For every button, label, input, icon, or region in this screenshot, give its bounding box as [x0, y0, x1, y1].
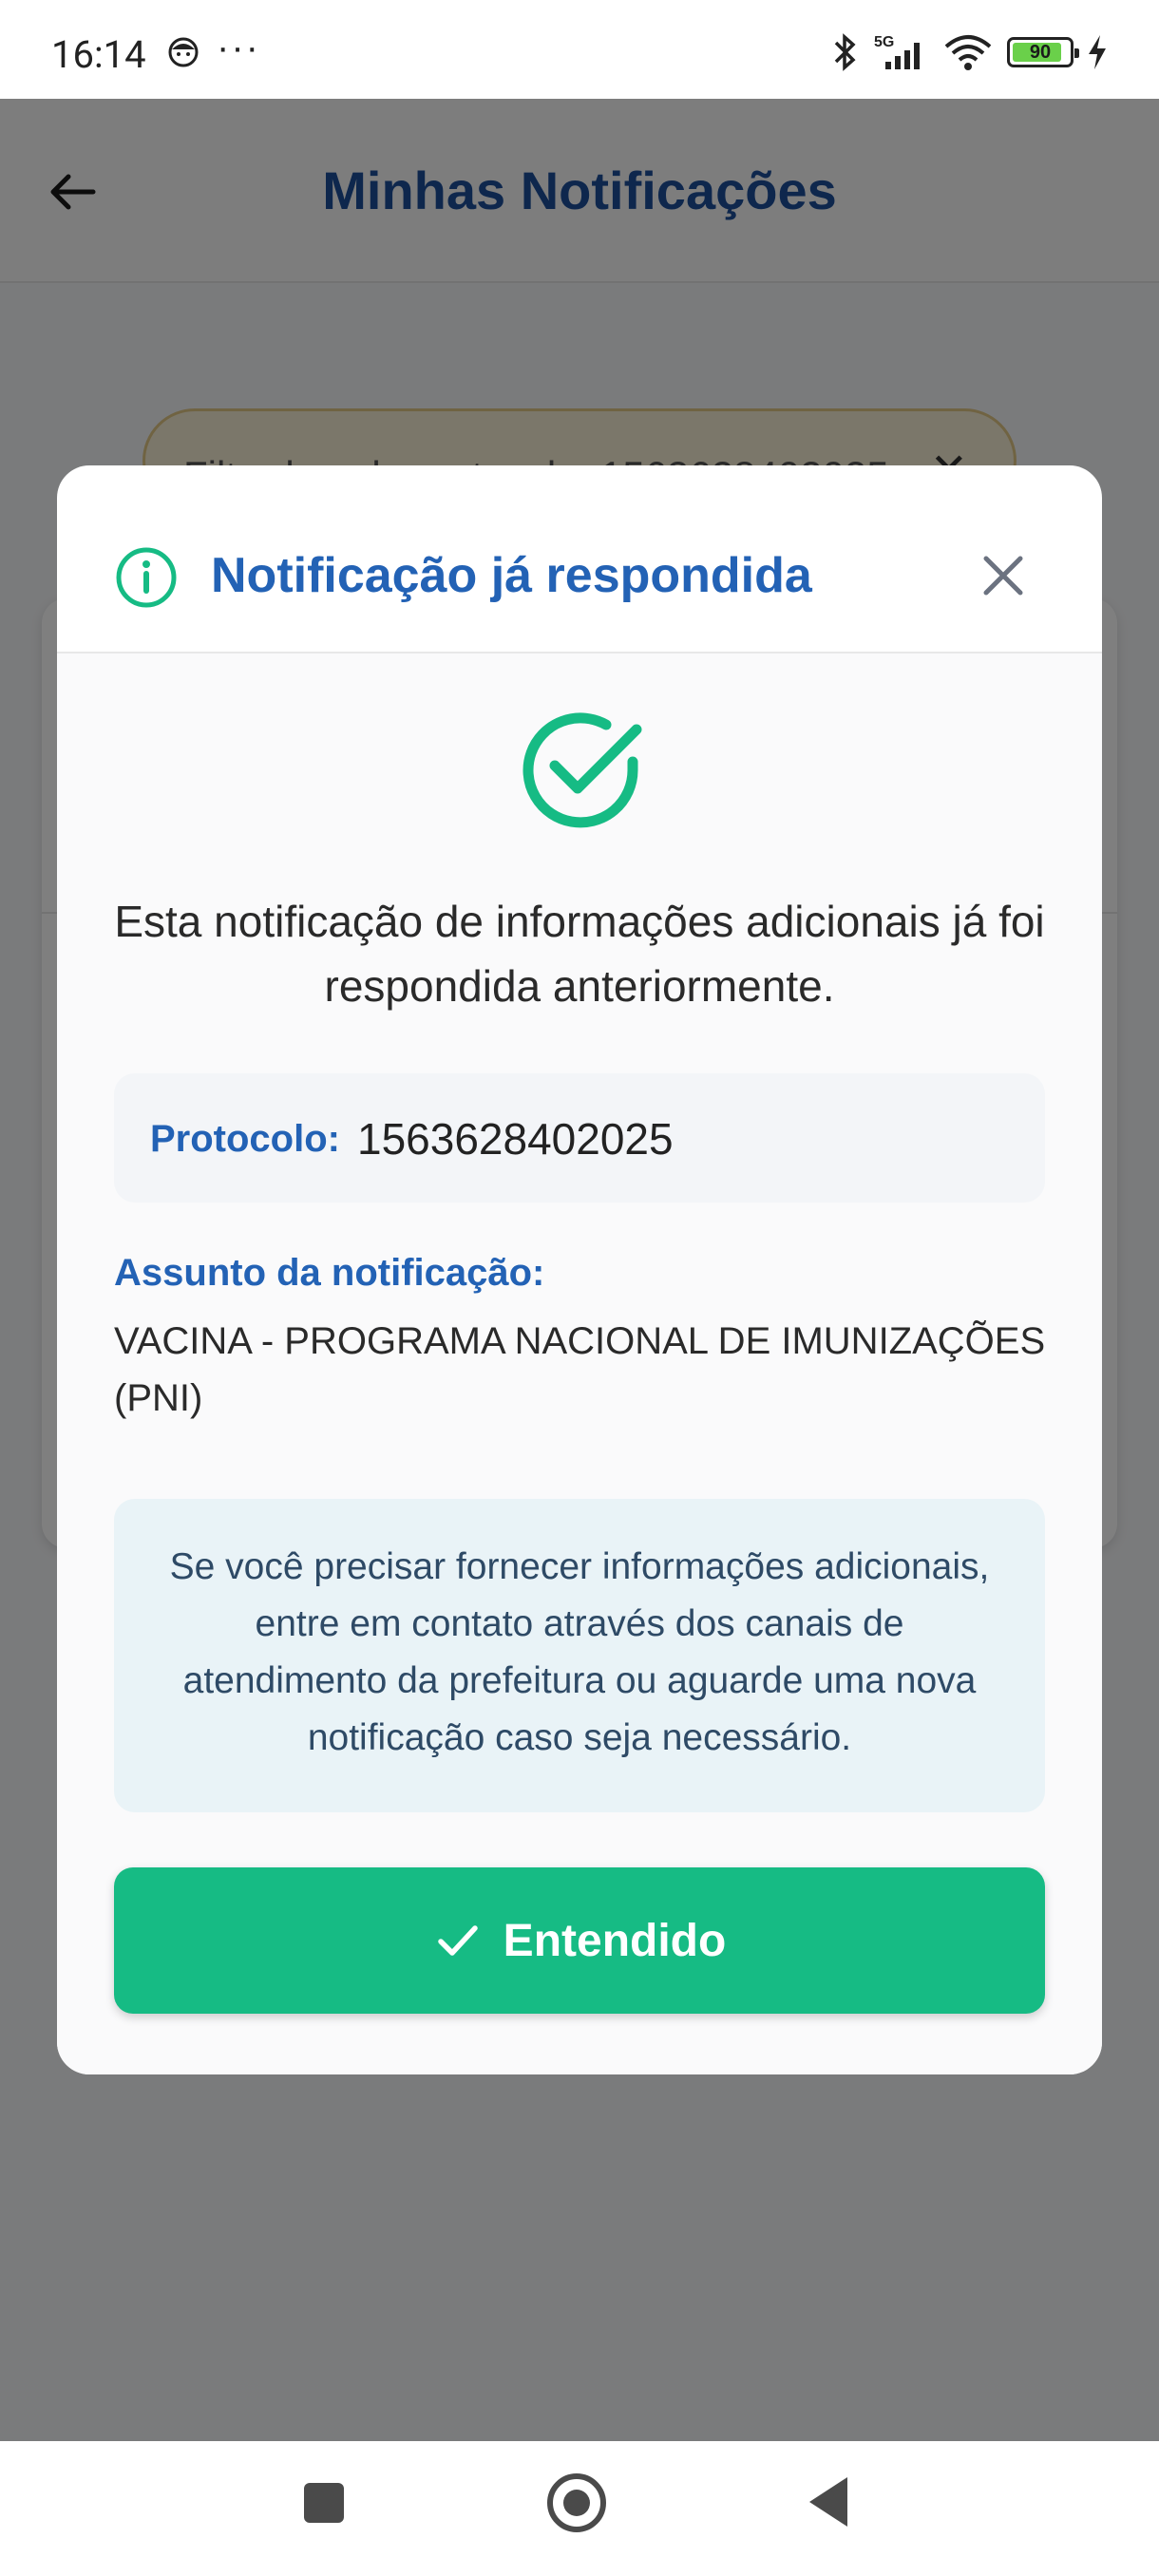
close-icon[interactable]	[975, 547, 1032, 604]
dialog-header: Notificação já respondida	[57, 465, 1102, 653]
info-icon	[116, 547, 177, 608]
understood-button-label: Entendido	[503, 1915, 727, 1966]
notification-face-icon	[168, 37, 199, 67]
more-notifications-icon: ···	[217, 27, 260, 68]
already-answered-dialog: Notificação já respondida Esta notificaç…	[57, 465, 1102, 2074]
charging-icon	[1089, 35, 1106, 69]
network-type-label: 5G	[874, 34, 894, 50]
home-button[interactable]	[547, 2473, 606, 2532]
protocol-label: Protocolo:	[150, 1118, 340, 1160]
recent-apps-button[interactable]	[304, 2483, 344, 2523]
wifi-icon	[944, 35, 992, 70]
info-note: Se você precisar fornecer informações ad…	[114, 1499, 1045, 1812]
cellular-signal-icon: 5G	[874, 34, 920, 69]
check-icon	[437, 1925, 478, 1956]
system-nav-bar	[0, 2441, 1159, 2576]
protocol-box: Protocolo: 1563628402025	[114, 1073, 1045, 1203]
dialog-body: Esta notificação de informações adiciona…	[57, 653, 1102, 2074]
system-back-button[interactable]	[809, 2477, 847, 2527]
subject-value: VACINA - PROGRAMA NACIONAL DE IMUNIZAÇÕE…	[114, 1320, 1046, 1419]
check-circle-icon	[522, 712, 642, 828]
understood-button[interactable]: Entendido	[114, 1867, 1045, 2014]
bluetooth-icon	[834, 33, 856, 71]
status-time: 16:14	[51, 32, 146, 77]
protocol-value: 1563628402025	[357, 1114, 674, 1164]
dialog-message: Esta notificação de informações adiciona…	[114, 897, 1045, 1011]
status-bar: 16:14 ··· 5G 90	[0, 0, 1159, 99]
status-icons: 5G 90	[830, 28, 1108, 76]
info-note-text: Se você precisar fornecer informações ad…	[169, 1546, 990, 1758]
subject-label: Assunto da notificação:	[114, 1252, 545, 1294]
battery-icon: 90	[1007, 37, 1079, 67]
dialog-title: Notificação já respondida	[211, 548, 812, 603]
battery-level: 90	[1029, 42, 1052, 63]
